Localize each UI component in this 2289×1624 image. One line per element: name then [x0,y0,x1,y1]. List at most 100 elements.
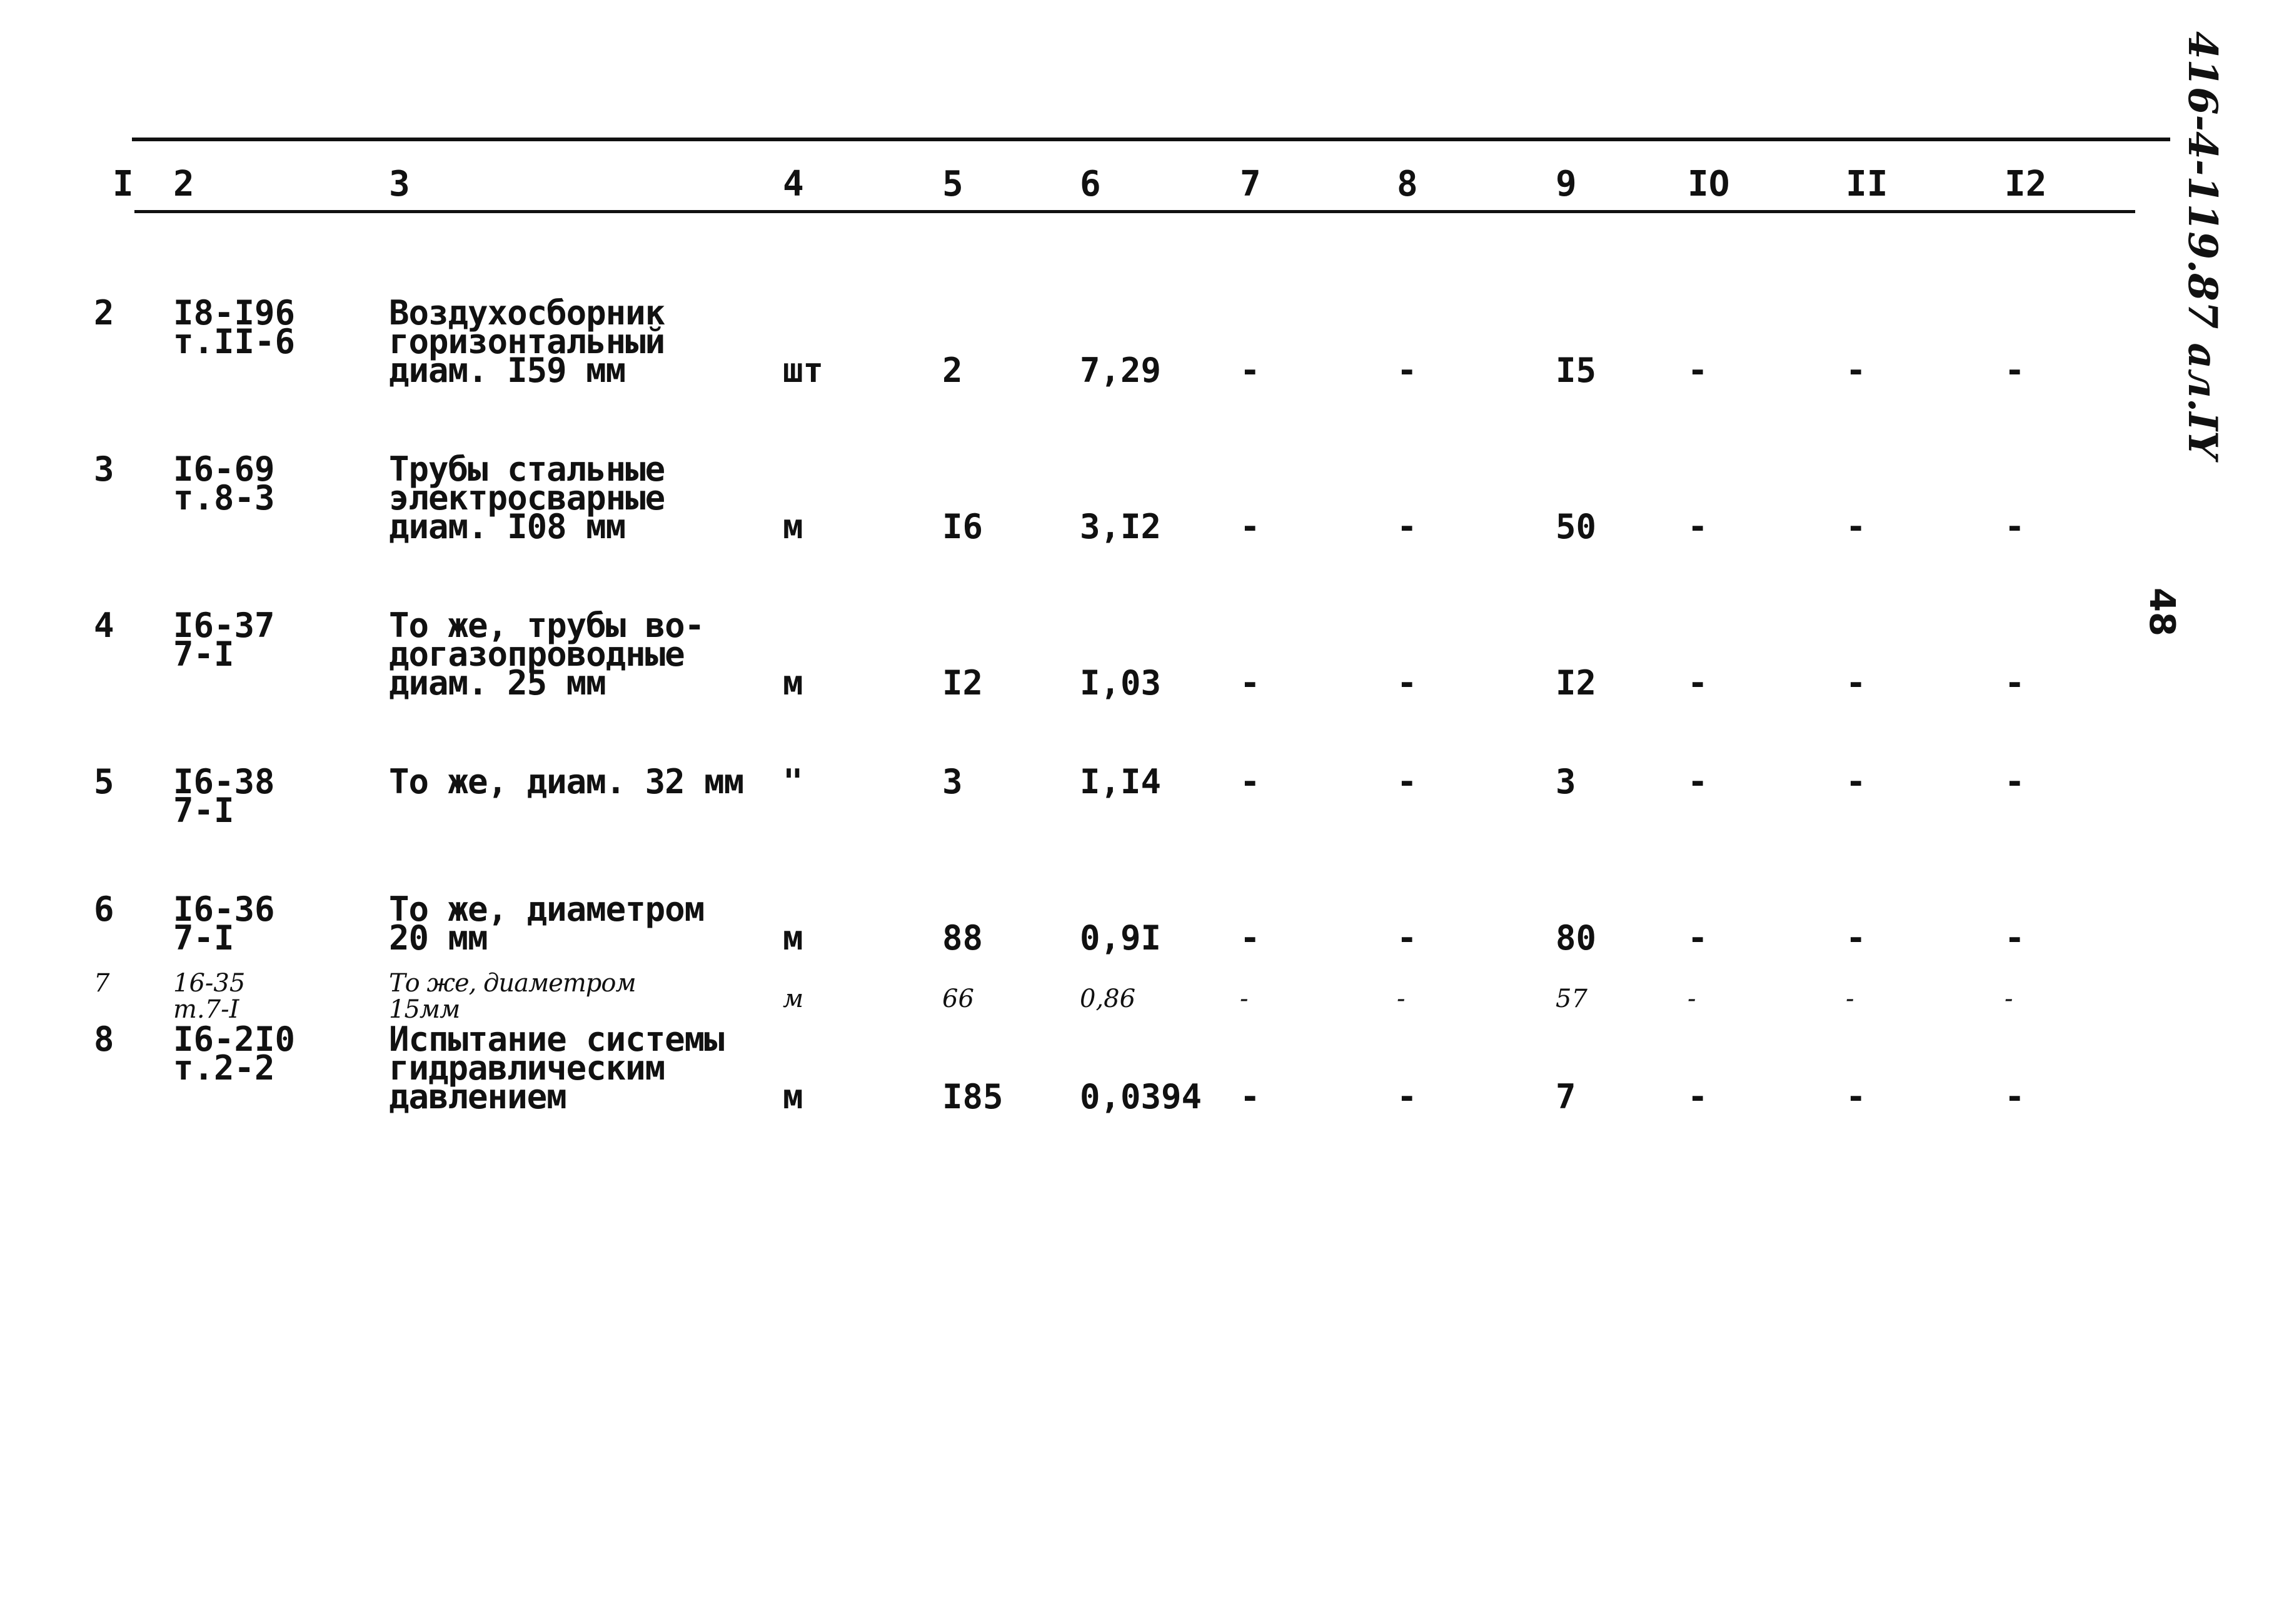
item-description: диам. 25 мм [389,663,606,703]
row-number: 5 [94,762,114,801]
cell-c9: 7 [1556,1077,1576,1116]
row-number: 4 [94,606,114,645]
cell-c12: - [2005,918,2025,958]
cell-c6: 3,I2 [1080,507,1162,546]
cell-c12: - [2005,351,2025,390]
cell-c9: 80 [1556,918,1597,958]
cell-c12: - [2005,1077,2025,1116]
cell-c11: - [1846,351,1866,390]
norm-reference: 16-35 [173,969,246,998]
cell-c5: I85 [942,1077,1004,1116]
cell-c5: 88 [942,918,984,958]
cell-c7: - [1240,762,1260,801]
cell-c9: 57 [1556,985,1587,1014]
cell-c9: 3 [1556,762,1576,801]
norm-reference: 7-I [173,791,234,830]
cell-c5: I6 [942,507,984,546]
norm-reference: т.7-I [173,995,239,1024]
document-code: 416-4-119.87 ал.IY [2179,31,2226,459]
cell-c11: - [1846,918,1866,958]
cell-c10: - [1688,663,1708,703]
cell-c8: - [1397,507,1417,546]
row-number: 6 [94,890,114,929]
cell-c6: I,I4 [1080,762,1162,801]
cell-c12: - [2005,985,2013,1014]
norm-reference: 7-I [173,918,234,958]
item-description: диам. I59 мм [389,351,626,390]
column-header-3: 3 [389,164,410,204]
cell-unit: м [783,1077,803,1116]
cell-c12: - [2005,663,2025,703]
column-header-1: I [113,164,134,204]
norm-reference: т.II-6 [173,322,296,361]
cell-c6: I,03 [1080,663,1162,703]
row-number: 3 [94,449,114,489]
item-description: 15мм [389,995,460,1024]
cell-unit: м [783,985,804,1014]
cell-c10: - [1688,985,1696,1014]
cell-unit: м [783,918,803,958]
item-description: диам. I08 мм [389,507,626,546]
page-number: 48 [2141,588,2182,636]
cell-c10: - [1688,762,1708,801]
column-header-9: 9 [1556,164,1577,204]
cell-unit: м [783,507,803,546]
column-header-12: I2 [2005,164,2047,204]
norm-reference: 7-I [173,634,234,674]
item-description: То же, диам. 32 мм [389,762,744,801]
cell-c9: I2 [1556,663,1597,703]
column-header-11: II [1846,164,1888,204]
cell-c5: 66 [942,985,974,1014]
cell-c7: - [1240,1077,1260,1116]
cell-c6: 7,29 [1080,351,1162,390]
cell-c8: - [1397,663,1417,703]
cell-c11: - [1846,507,1866,546]
cell-c9: 50 [1556,507,1597,546]
cell-c7: - [1240,507,1260,546]
cell-c8: - [1397,762,1417,801]
cell-c9: I5 [1556,351,1597,390]
cell-c12: - [2005,507,2025,546]
cell-c11: - [1846,985,1854,1014]
column-header-6: 6 [1080,164,1101,204]
column-header-8: 8 [1397,164,1418,204]
cell-c12: - [2005,762,2025,801]
cell-c6: 0,0394 [1080,1077,1202,1116]
column-header-4: 4 [783,164,804,204]
header-rule [134,210,2135,213]
cell-c10: - [1688,1077,1708,1116]
cell-c7: - [1240,918,1260,958]
cell-unit: шт [783,351,824,390]
column-header-2: 2 [173,164,194,204]
norm-reference: т.8-3 [173,478,275,518]
cell-c8: - [1397,918,1417,958]
cell-unit: " [783,762,803,801]
row-number: 8 [94,1020,114,1059]
item-description: давлением [389,1077,567,1116]
cell-c5: 3 [942,762,963,801]
cell-c7: - [1240,663,1260,703]
row-number: 7 [94,969,110,998]
column-header-10: IO [1688,164,1730,204]
cell-c11: - [1846,1077,1866,1116]
norm-reference: т.2-2 [173,1048,275,1088]
cell-c6: 0,9I [1080,918,1162,958]
cell-c11: - [1846,663,1866,703]
cell-c8: - [1397,985,1406,1014]
item-description: 20 мм [389,918,488,958]
cell-c8: - [1397,1077,1417,1116]
cell-c7: - [1240,351,1260,390]
cell-c7: - [1240,985,1249,1014]
cell-c10: - [1688,507,1708,546]
cell-c6: 0,86 [1080,985,1136,1014]
cell-c8: - [1397,351,1417,390]
item-description: То же, диаметром [389,969,636,998]
column-header-7: 7 [1240,164,1261,204]
cell-c11: - [1846,762,1866,801]
column-header-5: 5 [942,164,963,204]
cell-c5: 2 [942,351,963,390]
top-rule [132,138,2170,141]
cell-unit: м [783,663,803,703]
row-number: 2 [94,293,114,333]
cell-c10: - [1688,351,1708,390]
